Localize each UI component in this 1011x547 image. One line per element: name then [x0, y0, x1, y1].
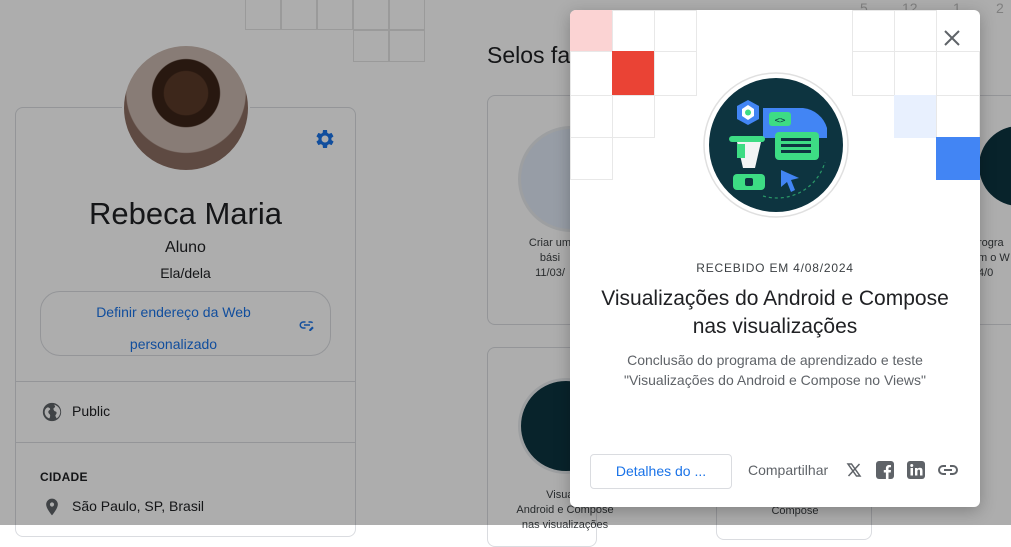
decor-cell [894, 51, 937, 96]
badge-dialog: <> RECEBIDO EM 4/08/2024 Visualizações d… [570, 10, 980, 507]
received-date: RECEBIDO EM 4/08/2024 [696, 261, 854, 275]
link-icon[interactable] [937, 461, 959, 479]
linkedin-icon[interactable] [907, 461, 925, 479]
decor-cell [852, 51, 895, 96]
decor-cell [936, 137, 980, 180]
decor-cell [612, 51, 655, 96]
decor-cell [894, 95, 937, 138]
close-icon[interactable] [942, 28, 962, 48]
decor-cell [570, 137, 613, 180]
decor-cell [654, 51, 697, 96]
decor-cell [570, 51, 613, 96]
svg-text:<>: <> [775, 116, 786, 126]
badge-title: Visualizações do Android e Compose nas v… [601, 287, 949, 338]
decor-cell [936, 95, 980, 138]
decor-cell [936, 51, 980, 96]
share-label: Compartilhar [748, 462, 829, 478]
decor-cell [654, 10, 697, 52]
decor-cell [570, 10, 613, 52]
decor-cell [612, 95, 655, 138]
details-button[interactable]: Detalhes do ... [590, 454, 732, 489]
decor-cell [852, 10, 895, 52]
decor-cell [894, 10, 937, 52]
x-icon[interactable] [845, 461, 863, 479]
badge-description: Conclusão do programa de aprendizado e t… [623, 352, 927, 388]
decor-cell [570, 95, 613, 138]
decor-cell [612, 10, 655, 52]
facebook-icon[interactable] [876, 461, 894, 479]
android-compose-badge-icon: <> [703, 72, 849, 218]
